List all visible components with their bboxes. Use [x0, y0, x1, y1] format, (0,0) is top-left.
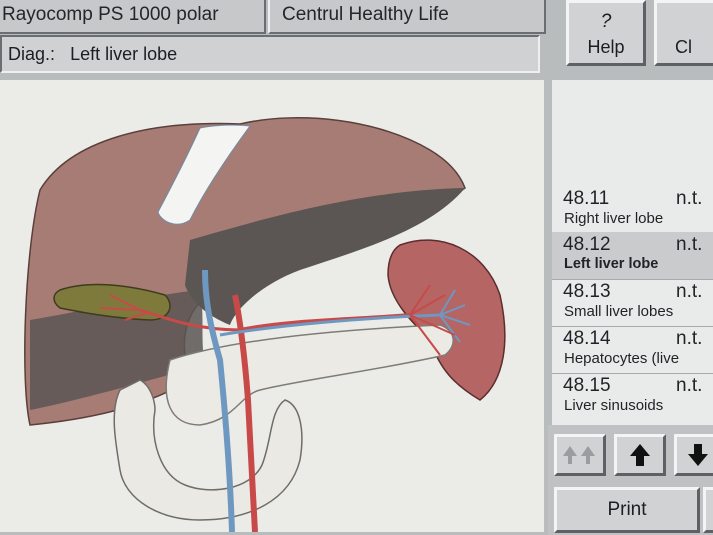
app-title-text: Rayocomp PS 1000 polar — [2, 4, 219, 25]
liver-anatomy-drawing — [24, 117, 506, 532]
down-button[interactable] — [674, 434, 713, 476]
patient-name: Centrul Healthy Life — [268, 0, 546, 34]
item-code: 48.13 — [563, 281, 611, 302]
item-status: n.t. — [676, 188, 703, 209]
up-arrow-icon — [630, 444, 650, 466]
item-code: 48.11 — [563, 188, 610, 209]
item-name: Left liver lobe — [564, 256, 659, 272]
print-button[interactable]: Print — [554, 487, 700, 533]
diagnosis-bar: Diag.: Left liver lobe — [0, 35, 540, 73]
item-status: n.t. — [676, 281, 703, 302]
item-status: n.t. — [676, 234, 703, 255]
close-button[interactable]: . Cl — [654, 0, 713, 66]
close-label: Cl — [675, 37, 692, 57]
item-code: 48.12 — [563, 234, 611, 255]
item-name: Small liver lobes — [564, 303, 674, 320]
question-mark-icon: ? — [600, 11, 612, 32]
anatomy-illustration — [0, 80, 544, 532]
diagnosis-label: Diag.: — [8, 44, 56, 64]
item-name: Liver sinusoids — [564, 397, 664, 414]
list-item-selected[interactable]: 48.12 n.t. Left liver lobe — [552, 232, 713, 279]
item-status: n.t. — [676, 328, 703, 349]
double-up-arrow-icon — [563, 446, 595, 464]
list-item[interactable]: 48.13 n.t. Small liver lobes — [552, 279, 713, 326]
print-label: Print — [607, 499, 647, 520]
item-name: Right liver lobe — [564, 210, 664, 227]
patient-name-text: Centrul Healthy Life — [282, 4, 449, 25]
analysis-list[interactable]: 48.11 n.t. Right liver lobe 48.12 n.t. L… — [552, 80, 713, 425]
list-item[interactable]: 48.15 n.t. Liver sinusoids — [552, 373, 713, 420]
item-name: Hepatocytes (live — [564, 350, 680, 367]
item-code: 48.15 — [563, 375, 611, 396]
next-button[interactable] — [703, 487, 713, 533]
pancreas — [165, 324, 454, 426]
list-item[interactable]: 48.11 n.t. Right liver lobe — [552, 186, 713, 233]
spleen — [387, 239, 506, 401]
up-button[interactable] — [614, 434, 666, 476]
down-arrow-icon — [688, 444, 708, 466]
help-button[interactable]: ? Help — [566, 0, 646, 66]
help-label: Help — [587, 37, 625, 57]
first-page-button[interactable] — [554, 434, 606, 476]
item-code: 48.14 — [563, 328, 611, 349]
list-item[interactable]: 48.14 n.t. Hepatocytes (live — [552, 326, 713, 373]
app-title: Rayocomp PS 1000 polar — [0, 0, 266, 34]
diagnosis-value: Left liver lobe — [70, 44, 178, 64]
item-status: n.t. — [676, 375, 703, 396]
